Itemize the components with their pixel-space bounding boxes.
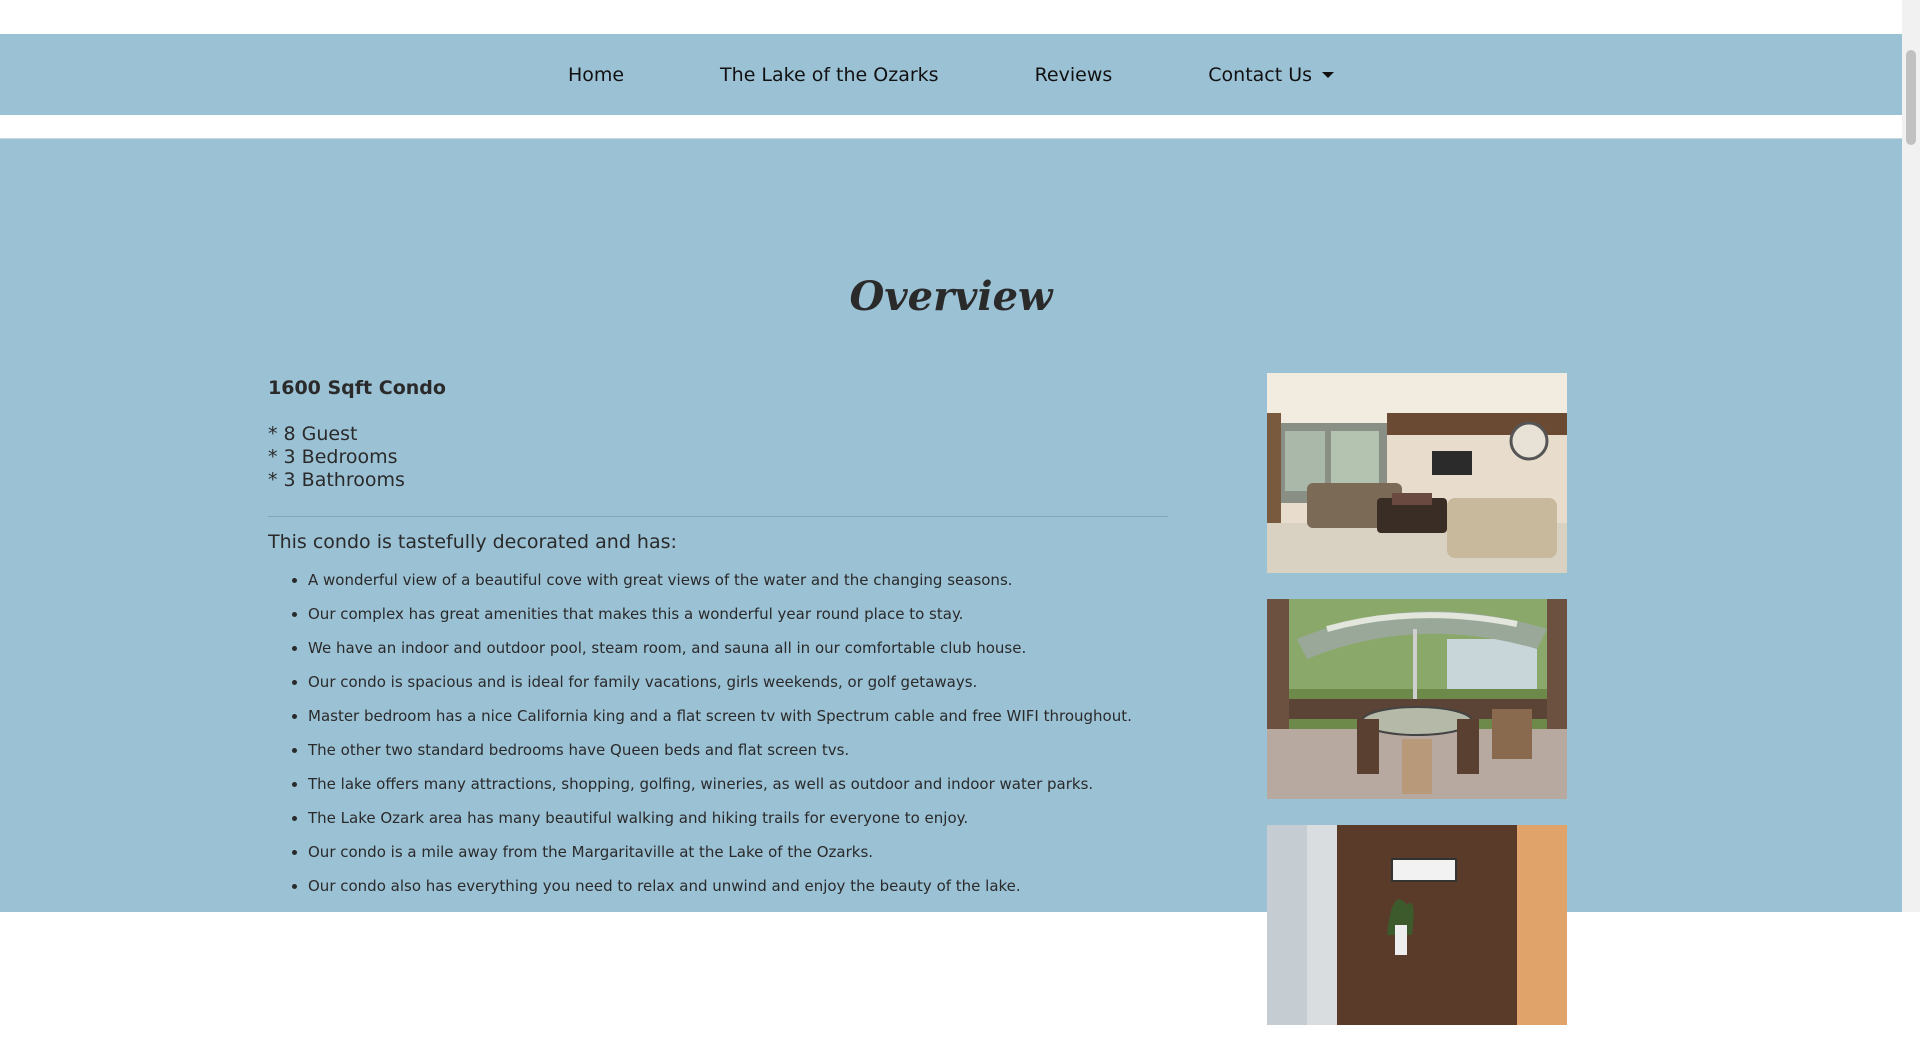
features-list: A wonderful view of a beautiful cove wit… [268,571,1168,895]
main-navbar: Home The Lake of the Ozarks Reviews Cont… [0,34,1902,115]
nav-lake-label: The Lake of the Ozarks [720,63,939,86]
spec-bedrooms: * 3 Bedrooms [268,446,398,468]
white-separator-strip [0,115,1902,139]
welcome-sign-photo[interactable] [1267,825,1567,1025]
nav-lake-of-the-ozarks[interactable]: The Lake of the Ozarks [720,64,939,86]
feature-item: Our condo is a mile away from the Margar… [308,843,1168,861]
feature-item: A wonderful view of a beautiful cove wit… [308,571,1168,589]
overview-section: Overview 1600 Sqft Condo * 8 Guest * 3 B… [0,139,1902,1025]
nav-contact-label: Contact Us [1208,63,1313,86]
feature-item: We have an indoor and outdoor pool, stea… [308,639,1168,657]
page-scrollbar[interactable] [1902,0,1920,912]
specs-list: * 8 Guest * 3 Bedrooms * 3 Bathrooms [268,423,1168,492]
overview-text-column: 1600 Sqft Condo * 8 Guest * 3 Bedrooms *… [268,377,1168,911]
features-intro: This condo is tastefully decorated and h… [268,531,677,553]
feature-item: Our complex has great amenities that mak… [308,605,1168,623]
spec-guests: * 8 Guest [268,423,358,445]
overview-heading: Overview [849,273,1053,320]
section-divider [268,516,1168,517]
nav-reviews[interactable]: Reviews [1035,64,1113,86]
living-room-photo[interactable] [1267,373,1567,573]
feature-item: Our condo also has everything you need t… [308,877,1168,895]
feature-item: Master bedroom has a nice California kin… [308,707,1168,725]
nav-home-label: Home [567,63,625,86]
nav-home[interactable]: Home [568,64,624,86]
nav-reviews-label: Reviews [1034,63,1113,86]
scrollbar-thumb[interactable] [1906,50,1916,145]
caret-down-icon [1322,72,1335,78]
feature-item: Our condo is spacious and is ideal for f… [308,673,1168,691]
top-white-bar [0,0,1902,34]
sqft-heading: 1600 Sqft Condo [268,377,446,399]
deck-patio-photo[interactable] [1267,599,1567,799]
feature-item: The other two standard bedrooms have Que… [308,741,1168,759]
nav-contact-us-dropdown[interactable]: Contact Us [1208,63,1335,86]
feature-item: The Lake Ozark area has many beautiful w… [308,809,1168,827]
photo-gallery [1267,373,1567,1051]
spec-bathrooms: * 3 Bathrooms [268,469,405,491]
feature-item: The lake offers many attractions, shoppi… [308,775,1168,793]
nav-list: Home The Lake of the Ozarks Reviews Cont… [0,34,1902,115]
